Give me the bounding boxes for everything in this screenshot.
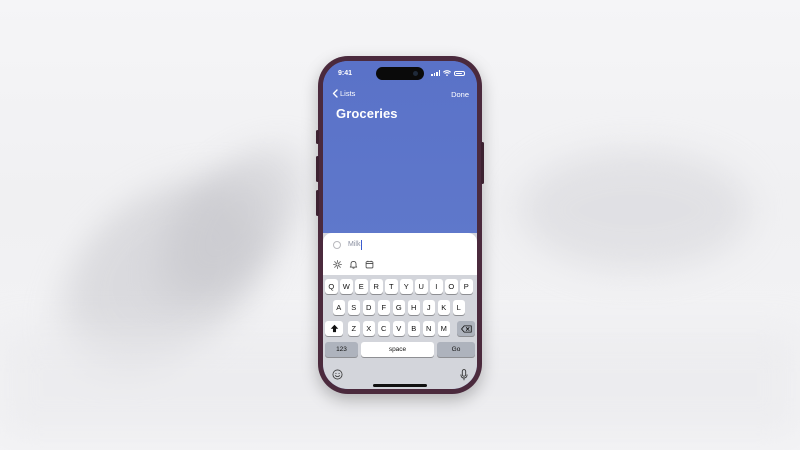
delete-key[interactable] (457, 321, 475, 336)
volume-down-button (316, 190, 319, 216)
emoji-icon[interactable] (332, 369, 343, 380)
completion-circle-icon[interactable] (333, 241, 341, 249)
phone-screen: 9:41 Lists Done Groceries Milk Q W E R T… (323, 61, 477, 389)
power-button (481, 142, 484, 184)
keyboard: Q W E R T Y U I O P A S D F G H J K L Z … (323, 275, 477, 389)
phone-frame: 9:41 Lists Done Groceries Milk Q W E R T… (316, 56, 484, 394)
key-d[interactable]: D (362, 300, 375, 315)
back-label: Lists (340, 89, 356, 98)
key-j[interactable]: J (422, 300, 435, 315)
key-a[interactable]: A (332, 300, 345, 315)
key-z[interactable]: Z (347, 321, 360, 336)
shift-icon (330, 324, 338, 333)
microphone-icon[interactable] (460, 369, 468, 381)
key-p[interactable]: P (460, 279, 473, 294)
action-button (316, 130, 319, 144)
key-i[interactable]: I (430, 279, 443, 294)
list-title: Groceries (336, 106, 398, 121)
sun-icon[interactable] (333, 260, 342, 269)
home-indicator (373, 384, 427, 387)
key-y[interactable]: Y (400, 279, 413, 294)
volume-up-button (316, 156, 319, 182)
done-button[interactable]: Done (451, 90, 469, 99)
key-n[interactable]: N (422, 321, 435, 336)
key-r[interactable]: R (370, 279, 383, 294)
wifi-icon (443, 70, 451, 76)
signal-icon (431, 70, 440, 76)
keyboard-row-4: 123 space Go (323, 342, 477, 357)
key-s[interactable]: S (347, 300, 360, 315)
dynamic-island (376, 67, 424, 80)
camera-icon (413, 71, 418, 76)
new-reminder-card: Milk (323, 233, 477, 275)
key-w[interactable]: W (340, 279, 353, 294)
chevron-left-icon (332, 89, 338, 98)
battery-icon (454, 70, 465, 76)
new-reminder-input[interactable]: Milk (348, 241, 360, 248)
key-u[interactable]: U (415, 279, 428, 294)
key-m[interactable]: M (437, 321, 450, 336)
keyboard-row-1: Q W E R T Y U I O P (323, 279, 477, 294)
key-f[interactable]: F (377, 300, 390, 315)
backspace-icon (460, 324, 472, 333)
key-c[interactable]: C (377, 321, 390, 336)
status-icons (431, 70, 465, 76)
list-background (323, 61, 477, 241)
key-l[interactable]: L (452, 300, 465, 315)
back-button[interactable]: Lists (332, 89, 355, 98)
bell-icon[interactable] (349, 260, 358, 269)
numbers-key[interactable]: 123 (325, 342, 358, 357)
go-key[interactable]: Go (437, 342, 475, 357)
text-caret (361, 240, 362, 250)
keyboard-row-3: Z X C V B N M (323, 321, 477, 336)
key-q[interactable]: Q (325, 279, 338, 294)
shift-key[interactable] (325, 321, 343, 336)
space-key[interactable]: space (361, 342, 434, 357)
input-sheet: Milk Q W E R T Y U I O P A S D F G H J K… (323, 233, 477, 389)
calendar-icon[interactable] (365, 260, 374, 269)
key-o[interactable]: O (445, 279, 458, 294)
key-b[interactable]: B (407, 321, 420, 336)
key-k[interactable]: K (437, 300, 450, 315)
key-h[interactable]: H (407, 300, 420, 315)
key-e[interactable]: E (355, 279, 368, 294)
key-v[interactable]: V (392, 321, 405, 336)
status-time: 9:41 (338, 70, 353, 77)
key-t[interactable]: T (385, 279, 398, 294)
keyboard-row-2: A S D F G H J K L (323, 300, 477, 315)
key-x[interactable]: X (362, 321, 375, 336)
reminder-toolbar (333, 260, 374, 269)
background-blur-shape (520, 150, 750, 270)
key-g[interactable]: G (392, 300, 405, 315)
